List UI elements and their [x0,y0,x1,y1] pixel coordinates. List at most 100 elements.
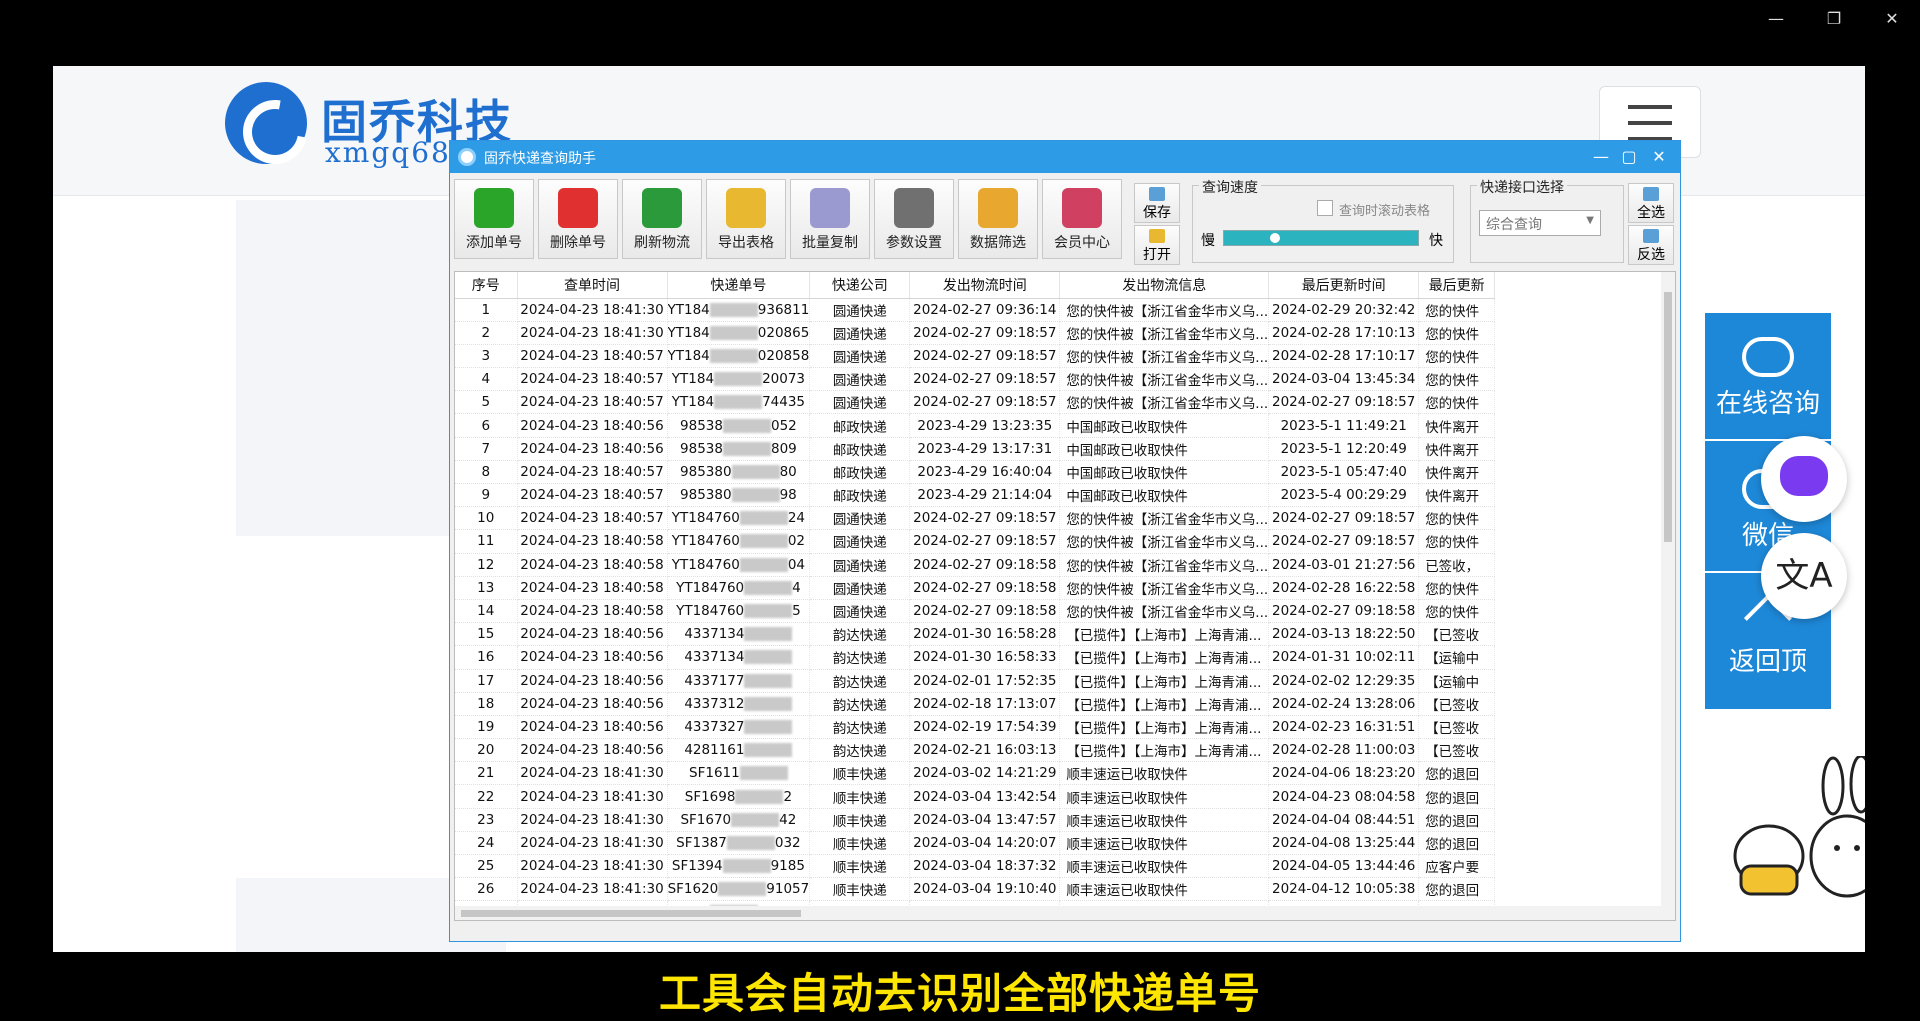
table-cell: 韵达快递 [809,692,911,716]
speed-slider[interactable] [1223,230,1419,246]
tracking-number-suffix: 74435 [762,394,806,411]
table-row[interactable]: 8 2024-04-23 18:40:57 985380 80 邮政快递 2023-4-2… [455,460,1496,485]
redaction-blur [731,464,780,479]
maximize-icon[interactable]: ▢ [1616,145,1642,169]
table-row[interactable]: 2 2024-04-23 18:41:30 YT184 020865 圆通快递 2024-… [455,321,1496,345]
table-cell: 2023-4-29 21:14:04 [909,483,1061,508]
table-cell: 顺丰速运已收取快件 [1059,808,1270,832]
table-row[interactable]: 11 2024-04-23 18:40:58 YT184760 02 圆通快递 2024-… [455,529,1496,554]
table-row[interactable]: 4 2024-04-23 18:40:57 YT184 20073 圆通快递 2024-0… [455,367,1496,392]
close-icon[interactable]: ✕ [1646,145,1672,169]
table-row[interactable]: 7 2024-04-23 18:40:56 98538 809 邮政快递 2023-4-2… [455,437,1496,461]
column-header[interactable]: 快递单号 [667,272,811,299]
table-horizontal-scrollbar[interactable] [455,906,1663,920]
table-row[interactable]: 9 2024-04-23 18:40:57 985380 98 邮政快递 2023-4-2… [455,483,1496,508]
restore-icon[interactable]: ❐ [1814,6,1854,32]
close-icon[interactable]: ✕ [1872,6,1912,32]
table-cell: 1 [455,298,518,322]
minimize-icon[interactable]: — [1756,6,1796,32]
tracking-number-prefix: 98538 [680,440,723,457]
column-header[interactable]: 最后更新时间 [1268,272,1420,299]
toolbar-button-delete[interactable]: 删除单号 [538,179,618,259]
save-button[interactable]: 保存 [1134,183,1180,223]
table-row[interactable]: 24 2024-04-23 18:41:30 SF1387 032 顺丰快递 2024-0… [455,831,1496,856]
table-cell: 您的快件被【浙江省金华市义乌... [1059,506,1270,531]
speed-slider-thumb[interactable] [1270,233,1280,243]
table-cell: 圆通快递 [809,599,911,624]
table-row[interactable]: 22 2024-04-23 18:41:30 SF1698 2 顺丰快递 2024-03-… [455,784,1496,809]
redaction-blur [744,673,793,688]
app-titlebar[interactable]: 固乔快递查询助手 — ▢ ✕ [450,141,1680,173]
online-consult-button[interactable]: 在线咨询 [1705,313,1831,441]
table-cell: 【已揽件】【上海市】上海青浦... [1059,669,1270,693]
table-row[interactable]: 16 2024-04-23 18:40:56 4337134 韵达快递 2024-01-… [455,645,1496,670]
table-row[interactable]: 21 2024-04-23 18:41:30 SF1611 顺丰快递 2024-03-0… [455,761,1496,786]
tracking-number-cell: YT184760 5 [667,599,811,624]
select-all-button[interactable]: 全选 [1628,183,1674,223]
redaction-blur [744,719,793,734]
table-row[interactable]: 5 2024-04-23 18:40:57 YT184 74435 圆通快递 2024-0… [455,390,1496,415]
table-cell: 2024-04-23 18:41:30 [517,784,668,809]
scroll-thumb[interactable] [461,910,801,917]
table-row[interactable]: 6 2024-04-23 18:40:56 98538 052 邮政快递 2023-4-2… [455,413,1496,438]
column-header[interactable]: 最后更新 [1418,272,1496,299]
table-cell: 您的快件 [1418,506,1496,531]
redaction-blur [744,627,793,642]
toolbar-button-refresh[interactable]: 刷新物流 [622,179,702,259]
table-cell: 顺丰速运已收取快件 [1059,877,1270,902]
toolbar-button-members[interactable]: 会员中心 [1042,179,1122,259]
toolbar-button-copy[interactable]: 批量复制 [790,179,870,259]
table-row[interactable]: 14 2024-04-23 18:40:58 YT184760 5 圆通快递 2024-0… [455,599,1496,624]
table-row[interactable]: 10 2024-04-23 18:40:57 YT184760 24 圆通快递 2024-… [455,506,1496,531]
open-button[interactable]: 打开 [1134,225,1180,265]
column-header[interactable]: 发出物流时间 [909,272,1061,299]
toolbar-button-label: 会员中心 [1054,235,1110,251]
table-row[interactable]: 3 2024-04-23 18:40:57 YT184 020858 圆通快递 2024-… [455,344,1496,369]
table-cell: 17 [455,669,518,693]
table-row[interactable]: 18 2024-04-23 18:40:56 4337312 韵达快递 2024-02-… [455,692,1496,716]
translate-icon[interactable]: 文A [1761,533,1847,619]
scroll-thumb[interactable] [1664,292,1672,542]
settings-icon [894,188,934,228]
members-icon [1062,188,1102,228]
minimize-icon[interactable]: — [1588,145,1614,169]
mascot-rabbit-icon [1729,754,1865,906]
company-logo-icon[interactable] [225,82,307,164]
toolbar-button-settings[interactable]: 参数设置 [874,179,954,259]
toolbar-button-export[interactable]: 导出表格 [706,179,786,259]
redaction-blur [739,557,788,572]
invert-select-button[interactable]: 反选 [1628,225,1674,265]
column-header[interactable]: 快递公司 [809,272,911,299]
table-cell: 韵达快递 [809,738,911,763]
table-row[interactable]: 23 2024-04-23 18:41:30 SF1670 42 顺丰快递 2024-03… [455,808,1496,832]
table-row[interactable]: 1 2024-04-23 18:41:30 YT184 936811 圆通快递 2024-… [455,298,1496,322]
toolbar-button-filter[interactable]: 数据筛选 [958,179,1038,259]
table-row[interactable]: 25 2024-04-23 18:41:30 SF1394 9185 顺丰快递 2024-… [455,854,1496,879]
table-row[interactable]: 19 2024-04-23 18:40:56 4337327 韵达快递 2024-02-… [455,715,1496,740]
scroll-table-checkbox[interactable] [1317,200,1333,216]
api-select-dropdown[interactable]: 综合查询 ▼ [1479,210,1601,236]
table-cell: 顺丰速运已收取快件 [1059,831,1270,856]
table-row[interactable]: 12 2024-04-23 18:40:58 YT184760 04 圆通快递 2024-… [455,553,1496,577]
table-cell: 您的退回 [1418,761,1496,786]
tracking-number-prefix: 4337177 [684,672,745,689]
toolbar-button-add[interactable]: 添加单号 [454,179,534,259]
table-cell: 【已签收 [1418,715,1496,740]
table-row[interactable]: 13 2024-04-23 18:40:58 YT184760 4 圆通快递 2024-0… [455,576,1496,600]
refresh-icon [642,188,682,228]
table-row[interactable]: 26 2024-04-23 18:41:30 SF1620 91057 顺丰快递 2024… [455,877,1496,902]
table-row[interactable]: 20 2024-04-23 18:40:56 4281161 韵达快递 2024-02-… [455,738,1496,763]
tracking-number-cell: 985380 98 [667,483,811,508]
table-cell: 2023-5-4 00:29:29 [1268,483,1420,508]
table-row[interactable]: 17 2024-04-23 18:40:56 4337177 韵达快递 2024-02-… [455,669,1496,693]
table-vertical-scrollbar[interactable] [1661,272,1675,920]
tracking-table[interactable]: 序号 查单时间 快递单号 快递公司 发出物流时间 发出物流信息 最后更新时间 最后更新 1 20… [454,271,1676,921]
column-header[interactable]: 查单时间 [517,272,668,299]
column-header[interactable]: 发出物流信息 [1059,272,1270,299]
table-row[interactable]: 15 2024-04-23 18:40:56 4337134 韵达快递 2024-01-… [455,622,1496,647]
table-cell: 2024-04-08 13:25:44 [1268,831,1420,856]
table-cell: 2024-04-23 18:41:30 [517,321,668,345]
assistant-bot-icon[interactable] [1761,436,1847,522]
column-header[interactable]: 序号 [455,272,518,299]
table-cell: 2024-04-23 18:40:56 [517,669,668,693]
